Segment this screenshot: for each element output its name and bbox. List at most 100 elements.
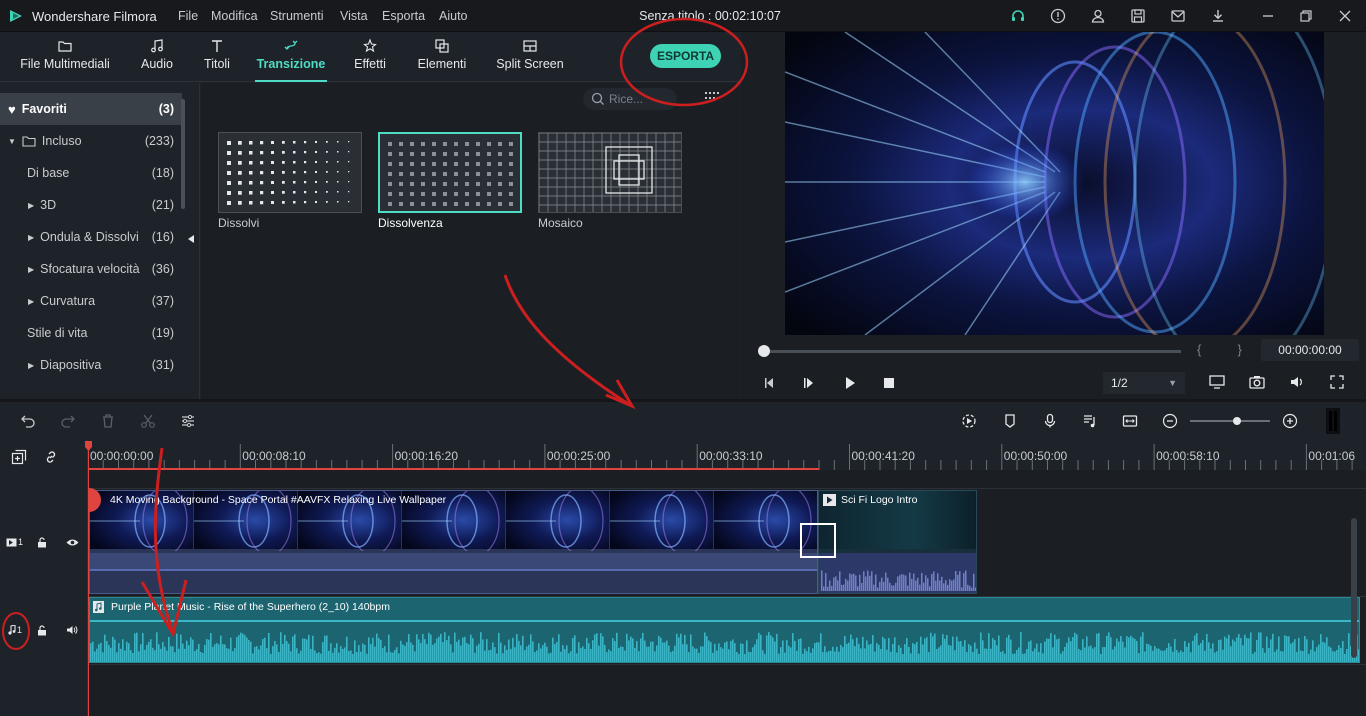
tab-effetti[interactable]: Effetti: [350, 32, 390, 82]
caret-right-icon: ▶: [28, 200, 35, 210]
undo-icon[interactable]: [20, 413, 36, 429]
speaker-icon[interactable]: [66, 625, 78, 635]
video-clip-space-portal[interactable]: 4K Moving Background - Space Portal #AAV…: [89, 490, 818, 594]
save-icon[interactable]: [1127, 6, 1149, 26]
sidebar-item[interactable]: ▼ Incluso (233): [0, 125, 182, 157]
close-icon[interactable]: [1334, 6, 1356, 26]
audio-mixer-icon[interactable]: [1082, 413, 1098, 429]
sidebar-item[interactable]: Stile di vita (19): [0, 317, 182, 349]
transition-icon: [284, 40, 298, 50]
sidebar-item[interactable]: ▶ Diapositiva (31): [0, 349, 182, 381]
zoom-slider-handle[interactable]: [1233, 417, 1241, 425]
video-track-icon: [6, 538, 17, 546]
tab-transizione[interactable]: Transizione: [255, 32, 327, 82]
volume-icon[interactable]: [1289, 374, 1305, 390]
transition-label: Dissolvenza: [378, 216, 443, 230]
collapse-sidebar-icon[interactable]: [188, 235, 194, 243]
redo-icon[interactable]: [60, 413, 76, 429]
sidebar-item-count: (233): [144, 134, 174, 148]
app-name: Wondershare Filmora: [32, 9, 157, 24]
filmora-logo-icon: [10, 10, 22, 22]
zoom-slider[interactable]: [1190, 420, 1270, 422]
fullscreen-icon[interactable]: [1329, 374, 1345, 390]
scrub-handle[interactable]: [758, 345, 770, 357]
music-icon: [151, 39, 163, 53]
play-icon[interactable]: [843, 376, 857, 390]
grid-view-icon[interactable]: [705, 92, 719, 104]
tab-elementi[interactable]: Elementi: [415, 32, 469, 82]
progress-track[interactable]: [763, 350, 1181, 353]
menu-file[interactable]: File: [178, 9, 198, 23]
fit-timeline-icon[interactable]: [1122, 413, 1138, 429]
link-icon[interactable]: [43, 449, 59, 465]
lock-icon[interactable]: [37, 537, 47, 548]
render-icon[interactable]: [961, 413, 977, 429]
audio-track-label: 1: [8, 625, 22, 635]
snapshot-icon[interactable]: [1249, 374, 1265, 390]
sidebar-item-count: (31): [151, 358, 174, 372]
adjust-icon[interactable]: [180, 413, 196, 429]
menu-esporta[interactable]: Esporta: [382, 9, 425, 23]
next-frame-icon[interactable]: [803, 376, 817, 390]
transition-thumb-mosaico[interactable]: [538, 132, 682, 213]
zoom-out-icon[interactable]: [1162, 413, 1178, 429]
transition-drop-zone[interactable]: [800, 523, 836, 558]
lock-icon[interactable]: [37, 625, 47, 636]
zoom-in-icon[interactable]: [1282, 413, 1298, 429]
tab-titoli[interactable]: Titoli: [200, 32, 234, 82]
menu-modifica[interactable]: Modifica: [211, 9, 258, 23]
stop-icon[interactable]: [883, 377, 895, 389]
download-icon[interactable]: [1207, 6, 1229, 26]
info-icon[interactable]: [1047, 6, 1069, 26]
menu-aiuto[interactable]: Aiuto: [439, 9, 468, 23]
marker-icon[interactable]: [1002, 413, 1018, 429]
export-button[interactable]: ESPORTA: [650, 44, 721, 68]
add-track-icon[interactable]: [11, 449, 27, 465]
account-icon[interactable]: [1087, 6, 1109, 26]
tab-audio[interactable]: Audio: [138, 32, 176, 82]
menu-vista[interactable]: Vista: [340, 9, 368, 23]
tab-split-screen[interactable]: Split Screen: [496, 32, 564, 82]
timeline-scrollbar[interactable]: [1351, 518, 1357, 658]
folder-icon: [22, 136, 36, 147]
clip-title: Purple Planet Music - Rise of the Superh…: [111, 601, 390, 613]
sidebar-item[interactable]: ▶ Sfocatura velocità (36): [0, 253, 182, 285]
document-title: Senza titolo : 00:02:10:07: [639, 9, 781, 23]
sidebar-scrollbar[interactable]: [181, 99, 185, 209]
tab-file-multimediali[interactable]: File Multimediali: [20, 32, 110, 82]
preview-scrubber: { } 00:00:00:00: [741, 336, 1366, 366]
sidebar-item[interactable]: ♥ Favoriti (3): [0, 93, 182, 125]
quality-select[interactable]: 1/2 ▼: [1103, 372, 1185, 394]
menu-strumenti[interactable]: Strumenti: [270, 9, 324, 23]
sidebar-item[interactable]: Di base (18): [0, 157, 182, 189]
transition-thumb-dissolvenza[interactable]: [378, 132, 522, 213]
sidebar-item[interactable]: ▶ Ondula & Dissolvi (16): [0, 221, 182, 253]
tab-label: File Multimediali: [20, 57, 110, 71]
sidebar-item[interactable]: ▶ Curvatura (37): [0, 285, 182, 317]
sidebar-item-count: (3): [158, 102, 174, 116]
audio-clip-superhero[interactable]: Purple Planet Music - Rise of the Superh…: [89, 597, 1360, 663]
maximize-icon[interactable]: [1295, 6, 1317, 26]
playhead[interactable]: [88, 441, 89, 716]
ruler-label: 00:01:06: [1308, 449, 1356, 463]
minimize-icon[interactable]: [1257, 6, 1279, 26]
text-icon: [212, 40, 222, 52]
sidebar-item-count: (18): [151, 166, 174, 180]
eye-icon[interactable]: [66, 538, 79, 547]
scissors-icon[interactable]: [140, 413, 156, 429]
microphone-icon[interactable]: [1042, 413, 1058, 429]
delete-icon[interactable]: [100, 413, 116, 429]
search-input[interactable]: Rice...: [583, 88, 677, 110]
sidebar-item[interactable]: ▶ 3D (21): [0, 189, 182, 221]
headset-icon[interactable]: [1007, 6, 1029, 26]
ruler-label: 00:00:00:00: [90, 449, 154, 463]
transition-thumb-dissolvi[interactable]: [218, 132, 362, 213]
caret-right-icon: ▶: [28, 232, 35, 242]
tab-label: Effetti: [354, 57, 386, 71]
video-clip-sci-fi-logo[interactable]: Sci Fi Logo Intro: [818, 490, 977, 594]
caret-right-icon: ▶: [28, 296, 35, 306]
mark-brackets[interactable]: { }: [1197, 342, 1242, 357]
display-icon[interactable]: [1209, 374, 1225, 390]
mail-icon[interactable]: [1167, 6, 1189, 26]
prev-frame-icon[interactable]: [763, 376, 777, 390]
